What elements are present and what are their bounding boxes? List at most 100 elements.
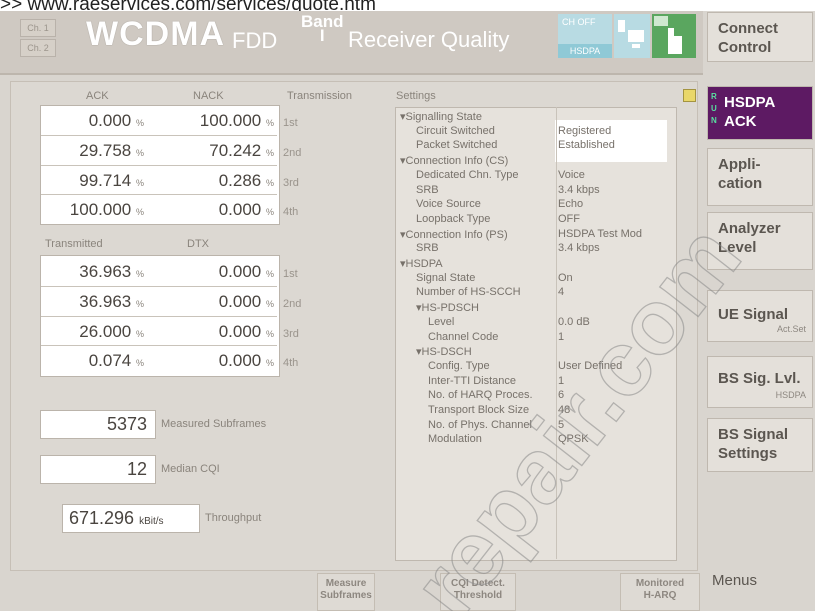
- throughput-value: 671.296: [69, 508, 135, 528]
- dtx-row-label-3: 3rd: [283, 328, 299, 340]
- transmitted-value-2: 36.963 %: [44, 292, 144, 312]
- hsdpa-ack-button[interactable]: R U N HSDPA ACK: [707, 86, 813, 140]
- transmitted-value-1-text: 36.963: [79, 262, 132, 281]
- settings-value: OFF: [558, 212, 580, 225]
- dtx-value-4: 0.000 %: [170, 351, 274, 371]
- settings-row[interactable]: Circuit Switched Registered: [400, 125, 680, 139]
- ack-value-3-text: 99.714: [79, 171, 132, 190]
- median-cqi-label: Median CQI: [161, 463, 220, 475]
- settings-row[interactable]: ▾HSDPA: [400, 257, 680, 271]
- settings-row[interactable]: Channel Code 1: [400, 331, 680, 345]
- title-band: Band I: [301, 13, 344, 44]
- throughput-value-wrap: 671.296 kBit/s: [69, 508, 164, 529]
- channel-2-tab[interactable]: Ch. 2: [20, 39, 56, 57]
- nack-header: NACK: [193, 90, 224, 102]
- settings-row[interactable]: ▾Connection Info (CS): [400, 154, 680, 168]
- analyzer-level-button[interactable]: Analyzer Level: [707, 212, 813, 270]
- ue-signal-sublabel: Act.Set: [776, 324, 806, 334]
- settings-key: No. of HARQ Proces.: [428, 389, 533, 402]
- nack-value-2: 70.242 %: [170, 141, 274, 161]
- settings-row[interactable]: Modulation QPSK: [400, 433, 680, 447]
- settings-value: QPSK: [558, 433, 589, 446]
- measured-subframes-value: 5373: [106, 414, 147, 434]
- menus-button[interactable]: Menus: [712, 572, 757, 589]
- settings-key: Dedicated Chn. Type: [416, 168, 519, 181]
- nack-unit-3: %: [265, 178, 274, 188]
- settings-value: User Defined: [558, 359, 623, 372]
- monitored-harq-softkey[interactable]: Monitored H-ARQ: [620, 573, 700, 611]
- transmitted-value-3: 26.000 %: [44, 322, 144, 342]
- settings-key: Config. Type: [428, 359, 490, 372]
- dtx-row-divider-1: [41, 286, 277, 287]
- hsdpa-ack-label: HSDPA ACK: [724, 94, 776, 130]
- settings-row[interactable]: Signal State On: [400, 272, 680, 286]
- nack-value-1-text: 100.000: [199, 111, 262, 130]
- cqi-detect-threshold-softkey[interactable]: CQI Detect. Threshold: [440, 573, 516, 611]
- settings-value: 3.4 kbps: [558, 183, 600, 196]
- settings-row[interactable]: ▾HS-PDSCH: [400, 301, 680, 315]
- settings-row[interactable]: No. of HARQ Proces. 6: [400, 389, 680, 403]
- settings-value: Registered: [558, 124, 612, 137]
- settings-row[interactable]: ▾Connection Info (PS) HSDPA Test Mod: [400, 228, 680, 242]
- settings-row[interactable]: Voice Source Echo: [400, 198, 680, 212]
- ack-value-2-text: 29.758: [79, 141, 132, 160]
- settings-row[interactable]: Inter-TTI Distance 1: [400, 375, 680, 389]
- settings-value: Voice: [558, 168, 585, 181]
- settings-row[interactable]: SRB 3.4 kbps: [400, 184, 680, 198]
- dtx-value-3-text: 0.000: [218, 322, 262, 341]
- transmitted-value-4-text: 0.074: [88, 351, 132, 370]
- monitored-harq-line2: H-ARQ: [643, 590, 677, 601]
- transmitted-unit-1: %: [135, 269, 144, 279]
- settings-row[interactable]: No. of Phys. Channel 5: [400, 419, 680, 433]
- settings-key: Number of HS-SCCH: [416, 286, 521, 299]
- ack-row-divider-3: [41, 194, 277, 195]
- ack-row-divider-1: [41, 135, 277, 136]
- settings-value: Echo: [558, 198, 584, 211]
- settings-row[interactable]: Transport Block Size 48: [400, 404, 680, 418]
- bs-sig-lvl-button[interactable]: BS Sig. Lvl. HSDPA: [707, 356, 813, 408]
- settings-row[interactable]: Loopback Type OFF: [400, 213, 680, 227]
- dtx-value-2-text: 0.000: [218, 292, 262, 311]
- measure-subframes-softkey[interactable]: Measure Subframes: [317, 573, 375, 611]
- connect-control-label: Connect Control: [718, 20, 778, 56]
- settings-value: 0.0 dB: [558, 315, 590, 328]
- settings-row[interactable]: Packet Switched Established: [400, 139, 680, 153]
- nack-value-4: 0.000 %: [170, 200, 274, 220]
- phone-pc-icon-graphic: [618, 20, 644, 48]
- ack-value-4: 100.000 %: [44, 200, 144, 220]
- settings-value: HSDPA Test Mod: [558, 227, 642, 240]
- settings-key: Loopback Type: [416, 212, 491, 225]
- settings-row[interactable]: ▾HS-DSCH: [400, 345, 680, 359]
- bs-signal-settings-label: BS Signal Settings: [718, 426, 789, 462]
- channel-1-tab[interactable]: Ch. 1: [20, 19, 56, 37]
- dtx-unit-2: %: [265, 299, 274, 309]
- settings-row[interactable]: Config. Type User Defined: [400, 360, 680, 374]
- measure-subframes-line2: Subframes: [320, 590, 372, 601]
- transmitted-value-2-text: 36.963: [79, 292, 132, 311]
- nack-unit-4: %: [265, 207, 274, 217]
- ack-row-label-4: 4th: [283, 206, 299, 218]
- settings-row[interactable]: Dedicated Chn. Type Voice: [400, 169, 680, 183]
- application-button[interactable]: Appli- cation: [707, 148, 813, 206]
- ack-unit-1: %: [135, 118, 144, 128]
- settings-key: Circuit Switched: [416, 124, 495, 137]
- ack-unit-3: %: [135, 178, 144, 188]
- settings-key: Voice Source: [416, 198, 481, 211]
- dtx-value-1-text: 0.000: [218, 262, 262, 281]
- settings-row[interactable]: Number of HS-SCCH 4: [400, 286, 680, 300]
- ue-signal-button[interactable]: UE Signal Act.Set: [707, 290, 813, 342]
- settings-config-icon[interactable]: [683, 89, 696, 102]
- settings-key: ▾HS-PDSCH: [416, 302, 479, 315]
- connect-control-button[interactable]: Connect Control: [707, 12, 813, 62]
- settings-row[interactable]: SRB 3.4 kbps: [400, 242, 680, 256]
- dtx-row-label-1: 1st: [283, 268, 298, 280]
- ack-unit-2: %: [135, 148, 144, 158]
- application-label: Appli- cation: [718, 156, 763, 192]
- bs-signal-settings-button[interactable]: BS Signal Settings: [707, 418, 813, 472]
- dtx-value-4-text: 0.000: [218, 351, 262, 370]
- settings-row[interactable]: ▾Signalling State: [400, 110, 680, 124]
- settings-row[interactable]: Level 0.0 dB: [400, 316, 680, 330]
- settings-key: Channel Code: [428, 330, 499, 343]
- dtx-value-3: 0.000 %: [170, 322, 274, 342]
- ack-row-label-1: 1st: [283, 117, 298, 129]
